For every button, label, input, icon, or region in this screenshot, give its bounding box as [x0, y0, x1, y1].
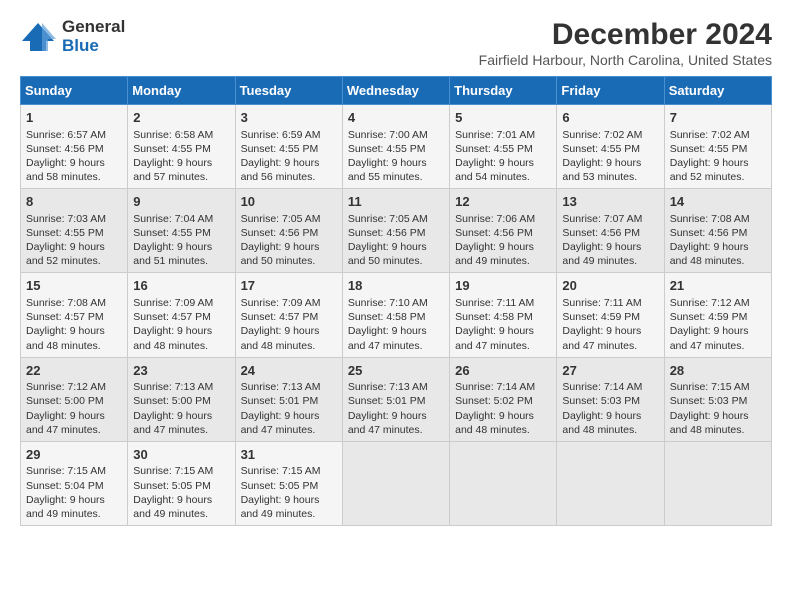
- header-friday: Friday: [557, 77, 664, 105]
- calendar-cell: 7Sunrise: 7:02 AMSunset: 4:55 PMDaylight…: [664, 105, 771, 189]
- calendar-cell: 18Sunrise: 7:10 AMSunset: 4:58 PMDayligh…: [342, 273, 449, 357]
- logo-text: General Blue: [62, 18, 125, 55]
- day-number: 7: [670, 109, 767, 127]
- day-number: 9: [133, 193, 230, 211]
- calendar-cell: [557, 441, 664, 525]
- day-number: 27: [562, 362, 659, 380]
- calendar-cell: [450, 441, 557, 525]
- day-number: 22: [26, 362, 123, 380]
- calendar-cell: 1Sunrise: 6:57 AMSunset: 4:56 PMDaylight…: [21, 105, 128, 189]
- header: General Blue December 2024 Fairfield Har…: [20, 18, 772, 68]
- calendar-cell: 5Sunrise: 7:01 AMSunset: 4:55 PMDaylight…: [450, 105, 557, 189]
- header-thursday: Thursday: [450, 77, 557, 105]
- calendar-cell: 22Sunrise: 7:12 AMSunset: 5:00 PMDayligh…: [21, 357, 128, 441]
- calendar-cell: 10Sunrise: 7:05 AMSunset: 4:56 PMDayligh…: [235, 189, 342, 273]
- day-number: 11: [348, 193, 445, 211]
- calendar-cell: 20Sunrise: 7:11 AMSunset: 4:59 PMDayligh…: [557, 273, 664, 357]
- logo-general-text: General: [62, 18, 125, 37]
- calendar-cell: 28Sunrise: 7:15 AMSunset: 5:03 PMDayligh…: [664, 357, 771, 441]
- week-row-4: 22Sunrise: 7:12 AMSunset: 5:00 PMDayligh…: [21, 357, 772, 441]
- day-number: 3: [241, 109, 338, 127]
- calendar-cell: 27Sunrise: 7:14 AMSunset: 5:03 PMDayligh…: [557, 357, 664, 441]
- calendar-cell: 24Sunrise: 7:13 AMSunset: 5:01 PMDayligh…: [235, 357, 342, 441]
- title-block: December 2024 Fairfield Harbour, North C…: [479, 18, 772, 68]
- calendar-cell: [664, 441, 771, 525]
- calendar-cell: 8Sunrise: 7:03 AMSunset: 4:55 PMDaylight…: [21, 189, 128, 273]
- day-number: 18: [348, 277, 445, 295]
- day-number: 12: [455, 193, 552, 211]
- day-number: 1: [26, 109, 123, 127]
- logo: General Blue: [20, 18, 125, 55]
- week-row-1: 1Sunrise: 6:57 AMSunset: 4:56 PMDaylight…: [21, 105, 772, 189]
- calendar-cell: 14Sunrise: 7:08 AMSunset: 4:56 PMDayligh…: [664, 189, 771, 273]
- calendar-cell: 17Sunrise: 7:09 AMSunset: 4:57 PMDayligh…: [235, 273, 342, 357]
- day-number: 28: [670, 362, 767, 380]
- day-number: 5: [455, 109, 552, 127]
- day-number: 4: [348, 109, 445, 127]
- day-number: 25: [348, 362, 445, 380]
- day-number: 21: [670, 277, 767, 295]
- day-number: 10: [241, 193, 338, 211]
- calendar-cell: 16Sunrise: 7:09 AMSunset: 4:57 PMDayligh…: [128, 273, 235, 357]
- day-number: 14: [670, 193, 767, 211]
- day-number: 13: [562, 193, 659, 211]
- week-row-3: 15Sunrise: 7:08 AMSunset: 4:57 PMDayligh…: [21, 273, 772, 357]
- day-number: 26: [455, 362, 552, 380]
- calendar-cell: 12Sunrise: 7:06 AMSunset: 4:56 PMDayligh…: [450, 189, 557, 273]
- weekday-header-row: Sunday Monday Tuesday Wednesday Thursday…: [21, 77, 772, 105]
- calendar-cell: 6Sunrise: 7:02 AMSunset: 4:55 PMDaylight…: [557, 105, 664, 189]
- calendar-cell: 4Sunrise: 7:00 AMSunset: 4:55 PMDaylight…: [342, 105, 449, 189]
- header-monday: Monday: [128, 77, 235, 105]
- calendar-cell: 23Sunrise: 7:13 AMSunset: 5:00 PMDayligh…: [128, 357, 235, 441]
- day-number: 8: [26, 193, 123, 211]
- header-saturday: Saturday: [664, 77, 771, 105]
- calendar-cell: 2Sunrise: 6:58 AMSunset: 4:55 PMDaylight…: [128, 105, 235, 189]
- header-wednesday: Wednesday: [342, 77, 449, 105]
- calendar-cell: 30Sunrise: 7:15 AMSunset: 5:05 PMDayligh…: [128, 441, 235, 525]
- day-number: 19: [455, 277, 552, 295]
- day-number: 2: [133, 109, 230, 127]
- week-row-2: 8Sunrise: 7:03 AMSunset: 4:55 PMDaylight…: [21, 189, 772, 273]
- logo-icon: [20, 19, 56, 55]
- subtitle: Fairfield Harbour, North Carolina, Unite…: [479, 52, 772, 68]
- calendar-cell: 11Sunrise: 7:05 AMSunset: 4:56 PMDayligh…: [342, 189, 449, 273]
- day-number: 6: [562, 109, 659, 127]
- page: General Blue December 2024 Fairfield Har…: [0, 0, 792, 536]
- calendar-cell: 9Sunrise: 7:04 AMSunset: 4:55 PMDaylight…: [128, 189, 235, 273]
- calendar-cell: 26Sunrise: 7:14 AMSunset: 5:02 PMDayligh…: [450, 357, 557, 441]
- day-number: 20: [562, 277, 659, 295]
- calendar-table: Sunday Monday Tuesday Wednesday Thursday…: [20, 76, 772, 526]
- header-tuesday: Tuesday: [235, 77, 342, 105]
- day-number: 17: [241, 277, 338, 295]
- main-title: December 2024: [479, 18, 772, 52]
- day-number: 29: [26, 446, 123, 464]
- day-number: 30: [133, 446, 230, 464]
- day-number: 23: [133, 362, 230, 380]
- calendar-cell: 29Sunrise: 7:15 AMSunset: 5:04 PMDayligh…: [21, 441, 128, 525]
- calendar-cell: 15Sunrise: 7:08 AMSunset: 4:57 PMDayligh…: [21, 273, 128, 357]
- calendar-cell: 21Sunrise: 7:12 AMSunset: 4:59 PMDayligh…: [664, 273, 771, 357]
- calendar-cell: [342, 441, 449, 525]
- calendar-cell: 3Sunrise: 6:59 AMSunset: 4:55 PMDaylight…: [235, 105, 342, 189]
- calendar-cell: 13Sunrise: 7:07 AMSunset: 4:56 PMDayligh…: [557, 189, 664, 273]
- calendar-cell: 31Sunrise: 7:15 AMSunset: 5:05 PMDayligh…: [235, 441, 342, 525]
- logo-blue-text: Blue: [62, 37, 125, 56]
- day-number: 15: [26, 277, 123, 295]
- day-number: 31: [241, 446, 338, 464]
- header-sunday: Sunday: [21, 77, 128, 105]
- calendar-cell: 25Sunrise: 7:13 AMSunset: 5:01 PMDayligh…: [342, 357, 449, 441]
- day-number: 16: [133, 277, 230, 295]
- calendar-cell: 19Sunrise: 7:11 AMSunset: 4:58 PMDayligh…: [450, 273, 557, 357]
- week-row-5: 29Sunrise: 7:15 AMSunset: 5:04 PMDayligh…: [21, 441, 772, 525]
- day-number: 24: [241, 362, 338, 380]
